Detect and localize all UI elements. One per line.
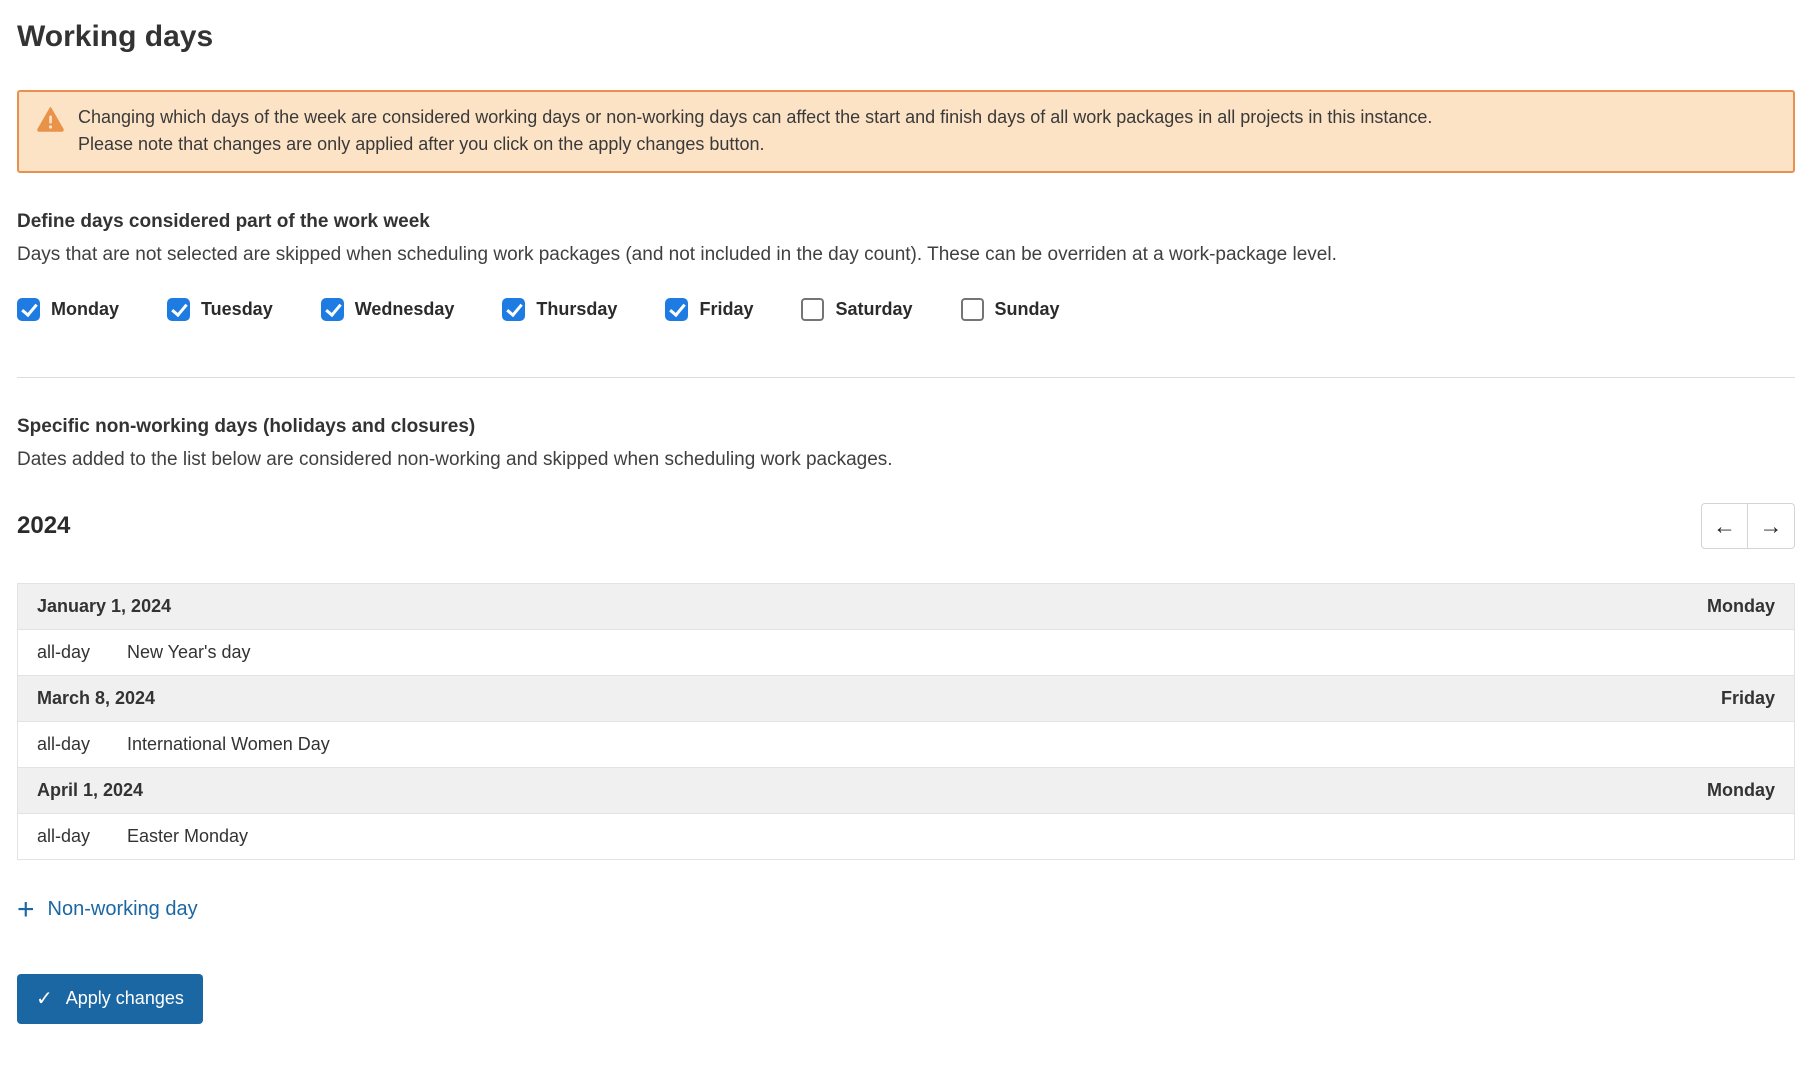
section-divider [17, 377, 1795, 378]
warning-line-1: Changing which days of the week are cons… [78, 107, 1433, 127]
date-label: April 1, 2024 [37, 780, 144, 800]
thursday-label: Thursday [536, 299, 618, 319]
work-week-days: Monday Tuesday Wednesday Thursday Friday… [17, 298, 1795, 321]
warning-banner: Changing which days of the week are cons… [17, 90, 1795, 173]
day-item-saturday[interactable]: Saturday [801, 298, 913, 321]
year-pager: ← → [1701, 503, 1795, 549]
thursday-checkbox[interactable] [502, 298, 526, 321]
event-row: all-day International Women Day [18, 722, 1794, 768]
date-label: March 8, 2024 [37, 688, 156, 708]
sunday-label: Sunday [994, 299, 1060, 319]
monday-label: Monday [51, 299, 120, 319]
event-row: all-day New Year's day [18, 630, 1794, 676]
saturday-label: Saturday [835, 299, 913, 319]
plus-icon: + [17, 892, 35, 926]
tuesday-label: Tuesday [201, 299, 273, 319]
day-item-wednesday[interactable]: Wednesday [320, 298, 455, 321]
date-header-row: January 1, 2024 Monday [18, 584, 1794, 630]
non-working-description: Dates added to the list below are consid… [17, 449, 893, 470]
work-week-heading: Define days considered part of the work … [17, 211, 430, 232]
day-item-friday[interactable]: Friday [665, 298, 753, 321]
wednesday-checkbox[interactable] [320, 298, 344, 321]
monday-checkbox[interactable] [17, 298, 40, 321]
friday-checkbox[interactable] [665, 298, 689, 321]
page-title: Working days [17, 20, 214, 53]
day-item-thursday[interactable]: Thursday [502, 298, 617, 321]
warning-line-2: Please note that changes are only applie… [78, 134, 765, 154]
day-item-sunday[interactable]: Sunday [960, 298, 1060, 321]
check-icon: ✓ [36, 988, 53, 1010]
previous-year-button[interactable]: ← [1701, 503, 1748, 549]
weekday-label: Monday [1706, 780, 1775, 800]
warning-message: Changing which days of the week are cons… [78, 104, 1432, 158]
friday-label: Friday [699, 299, 754, 319]
warning-triangle-icon [37, 107, 64, 137]
event-name: New Year's day [127, 642, 251, 662]
year-navigation: 2024 ← → [17, 503, 1795, 549]
right-arrow-icon: → [1759, 512, 1783, 539]
wednesday-label: Wednesday [354, 299, 455, 319]
event-name: International Women Day [127, 734, 330, 754]
work-week-description: Days that are not selected are skipped w… [17, 244, 1337, 265]
weekday-label: Monday [1706, 596, 1775, 616]
date-header-row: April 1, 2024 Monday [18, 768, 1794, 814]
sunday-checkbox[interactable] [960, 298, 984, 321]
add-non-working-day-link[interactable]: + Non-working day [17, 892, 198, 926]
year-label: 2024 [17, 512, 71, 539]
event-time-label: all-day [37, 826, 91, 846]
apply-changes-button[interactable]: ✓ Apply changes [17, 973, 203, 1024]
saturday-checkbox[interactable] [801, 298, 825, 321]
date-header-row: March 8, 2024 Friday [18, 676, 1794, 722]
event-name: Easter Monday [127, 826, 249, 846]
event-time-label: all-day [37, 642, 91, 662]
apply-changes-label: Apply changes [65, 988, 184, 1008]
event-row: all-day Easter Monday [18, 814, 1794, 860]
next-year-button[interactable]: → [1748, 503, 1795, 549]
date-label: January 1, 2024 [37, 596, 172, 616]
add-non-working-day-label: Non-working day [47, 898, 198, 920]
day-item-tuesday[interactable]: Tuesday [167, 298, 273, 321]
non-working-days-table: January 1, 2024 Monday all-day New Year'… [17, 583, 1795, 860]
day-item-monday[interactable]: Monday [17, 298, 119, 321]
event-time-label: all-day [37, 734, 91, 754]
left-arrow-icon: ← [1713, 512, 1736, 539]
weekday-label: Friday [1720, 688, 1775, 708]
non-working-heading: Specific non-working days (holidays and … [17, 416, 476, 437]
tuesday-checkbox[interactable] [167, 298, 191, 321]
